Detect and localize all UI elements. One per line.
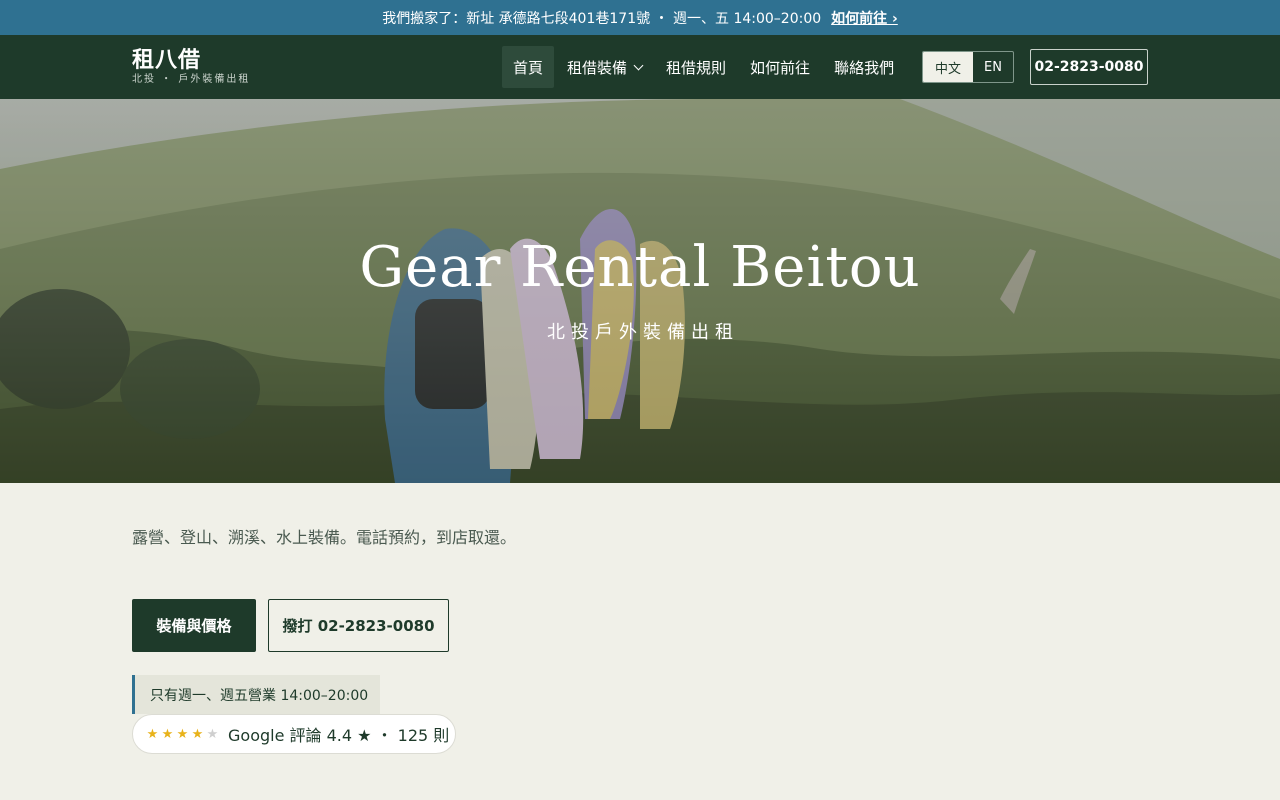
directions-link[interactable]: 如何前往 › [831,8,898,28]
main-nav: 租八借 北投 ・ 戶外裝備出租 首頁 租借裝備 租借規則 如何前往 聯絡我們 中… [0,35,1280,99]
nav-phone-button[interactable]: 02-2823-0080 [1030,49,1148,85]
nav-item-label: 首頁 [513,58,544,77]
announcement-bar: 我們搬家了：新址 承德路七段401巷171號 ・ 週一、五 14:00–20:0… [0,0,1280,35]
nav-item-label: 租借規則 [666,58,727,77]
star-icon: ★ [161,726,174,742]
review-text: Google 評論 4.4 ★ ・ 125 則 [228,726,450,745]
rating-stars: ★ ★ ★ ★ ★ [145,727,220,742]
hero-title: Gear Rental Beitou [359,235,921,300]
star-empty-icon: ★ [206,726,219,742]
brand-logo[interactable]: 租八借 北投 ・ 戶外裝備出租 [132,47,250,86]
nav-item-rental-gear[interactable]: 租借裝備 [556,46,653,88]
nav-item-label: 聯絡我們 [834,58,895,77]
star-icon: ★ [146,726,159,742]
hero-subtitle: 北投戶外裝備出租 [547,322,739,343]
star-icon: ★ [176,726,189,742]
announcement-text: 我們搬家了：新址 承德路七段401巷171號 ・ 週一、五 14:00–20:0… [382,10,822,27]
nav-item-rental-rules[interactable]: 租借規則 [655,46,737,88]
nav-item-label: 租借裝備 [567,58,628,77]
star-icon: ★ [191,726,204,742]
brand-tagline: 北投 ・ 戶外裝備出租 [132,74,251,85]
gear-pricing-button[interactable]: 裝備與價格 [132,599,256,652]
hero-banner: Gear Rental Beitou 北投戶外裝備出租 [0,99,1280,483]
lang-zh-button[interactable]: 中文 [923,52,973,82]
language-switcher: 中文 EN [922,51,1014,83]
call-phone-button[interactable]: 撥打 02-2823-0080 [268,599,449,652]
chevron-down-icon [633,60,644,70]
nav-item-home[interactable]: 首頁 [502,46,555,88]
nav-item-label: 如何前往 [750,58,811,77]
google-review-badge[interactable]: ★ ★ ★ ★ ★ Google 評論 4.4 ★ ・ 125 則 [132,714,456,754]
lang-en-button[interactable]: EN [973,52,1013,82]
intro-text: 露營、登山、溯溪、水上裝備。電話預約，到店取還。 [132,528,517,547]
business-hours-note: 只有週一、週五營業 14:00–20:00 [132,675,380,714]
hours-text: 只有週一、週五營業 14:00–20:00 [150,687,369,704]
nav-menu: 首頁 租借裝備 租借規則 如何前往 聯絡我們 [502,46,907,88]
nav-item-contact[interactable]: 聯絡我們 [823,46,905,88]
brand-name: 租八借 [132,47,202,73]
nav-item-directions[interactable]: 如何前往 [739,46,821,88]
